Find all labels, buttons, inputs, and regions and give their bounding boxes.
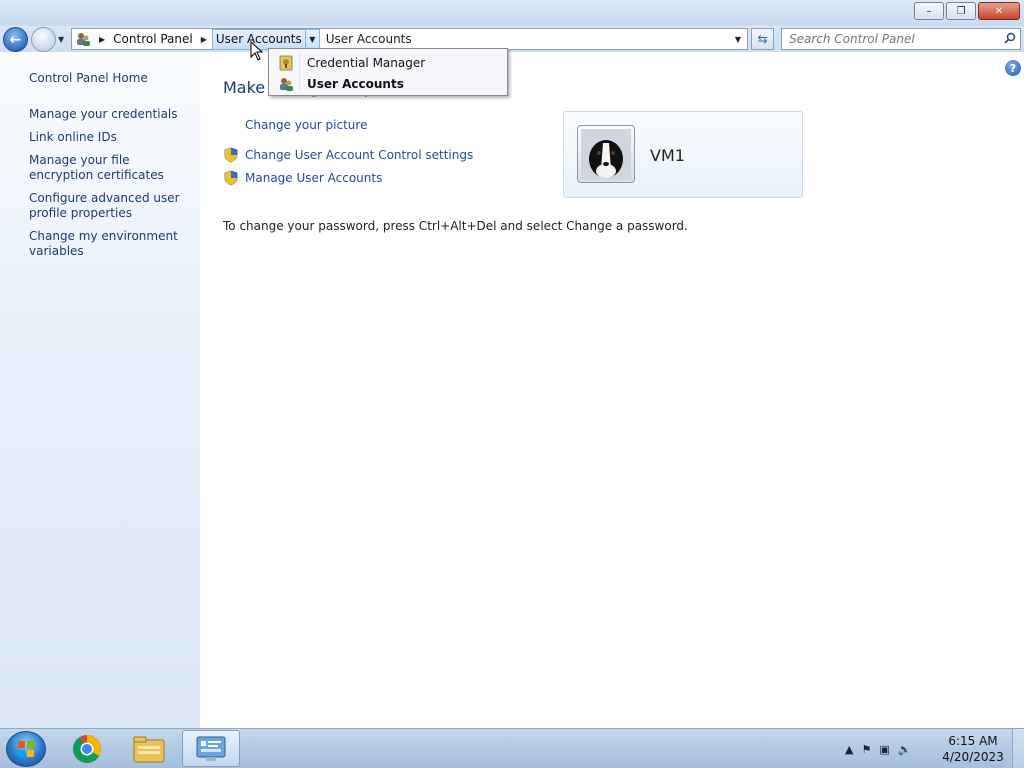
- advanced-user-profile-link[interactable]: Configure advanced user profile properti…: [29, 191, 194, 221]
- forward-button[interactable]: [31, 27, 56, 52]
- user-accounts-icon: [280, 77, 293, 91]
- user-account-card: VM1: [563, 111, 803, 198]
- action-center-icon[interactable]: ⚑: [861, 743, 871, 756]
- mouse-cursor-icon: [250, 41, 264, 61]
- control-panel-home-link[interactable]: Control Panel Home: [29, 71, 194, 86]
- search-icon[interactable]: [1000, 32, 1020, 47]
- address-history-dropdown-icon[interactable]: ▼: [729, 35, 747, 44]
- menu-item-label: Credential Manager: [307, 55, 426, 70]
- password-note: To change your password, press Ctrl+Alt+…: [223, 219, 688, 233]
- control-panel-icon: [196, 736, 226, 761]
- close-button[interactable]: ✕: [978, 2, 1020, 20]
- show-desktop-button[interactable]: [1012, 729, 1024, 768]
- uac-shield-icon: [224, 170, 238, 186]
- navigation-bar: ← ▼ ▶ Control Panel ▶ User Accounts ▼ Us…: [0, 26, 1024, 52]
- address-text[interactable]: User Accounts: [326, 32, 729, 46]
- manage-user-accounts-link[interactable]: Manage User Accounts: [223, 170, 382, 186]
- taskbar-control-panel[interactable]: [182, 730, 240, 767]
- task-label: Change your picture: [245, 118, 368, 132]
- manage-credentials-link[interactable]: Manage your credentials: [29, 107, 194, 122]
- clock[interactable]: 6:15 AM 4/20/2023: [940, 733, 1006, 765]
- menu-item-user-accounts[interactable]: User Accounts: [269, 73, 507, 94]
- minimize-button[interactable]: –: [914, 2, 944, 20]
- show-hidden-icons-icon[interactable]: ▲: [845, 743, 853, 756]
- breadcrumb-separator-icon[interactable]: ▶: [94, 35, 110, 44]
- clock-time: 6:15 AM: [948, 734, 998, 748]
- control-panel-icon: [72, 29, 94, 49]
- breadcrumb-dropdown-icon[interactable]: ▼: [305, 28, 320, 50]
- search-input[interactable]: [782, 32, 1000, 46]
- change-picture-link[interactable]: Change your picture: [245, 118, 367, 132]
- help-icon[interactable]: ?: [1005, 60, 1021, 76]
- search-box[interactable]: [781, 28, 1021, 50]
- file-explorer-icon: [133, 736, 165, 762]
- window-controls: – ❐ ✕: [912, 2, 1020, 20]
- volume-muted-icon[interactable]: 🔈: [898, 743, 912, 756]
- notification-area: ▲ ⚑ ▣ 🔈: [845, 729, 919, 768]
- dog-picture-icon: [581, 129, 631, 179]
- chrome-icon: [73, 734, 101, 763]
- network-icon[interactable]: ▣: [879, 743, 889, 756]
- windows-logo-icon: [18, 741, 34, 757]
- title-bar: – ❐ ✕: [0, 0, 1024, 26]
- account-name: VM1: [650, 146, 685, 165]
- uac-settings-link[interactable]: Change User Account Control settings: [223, 147, 473, 163]
- back-button[interactable]: ←: [3, 27, 28, 52]
- main-content: ? Make changes to your user account Chan…: [200, 52, 1024, 728]
- taskbar-file-explorer[interactable]: [120, 730, 178, 767]
- menu-item-label: User Accounts: [307, 76, 404, 91]
- start-button[interactable]: [6, 731, 46, 767]
- recent-pages-dropdown[interactable]: ▼: [58, 35, 64, 44]
- uac-shield-icon: [224, 147, 238, 163]
- refresh-button[interactable]: ⇆: [751, 28, 774, 50]
- task-label: Manage User Accounts: [245, 171, 383, 185]
- avatar: [577, 125, 635, 183]
- back-arrow-icon: ←: [9, 31, 22, 48]
- task-label: Change User Account Control settings: [245, 148, 474, 162]
- environment-variables-link[interactable]: Change my environment variables: [29, 229, 194, 259]
- task-pane: Control Panel Home Manage your credentia…: [0, 52, 200, 728]
- clock-date: 4/20/2023: [942, 750, 1004, 764]
- menu-item-credential-manager[interactable]: Credential Manager: [269, 52, 507, 73]
- breadcrumb-dropdown-menu: Credential Manager User Accounts: [268, 48, 508, 96]
- refresh-icon: ⇆: [757, 32, 768, 46]
- address-bar[interactable]: ▶ Control Panel ▶ User Accounts ▼ User A…: [71, 28, 748, 50]
- taskbar-chrome[interactable]: [58, 730, 116, 767]
- breadcrumb-separator-icon[interactable]: ▶: [196, 35, 212, 44]
- taskbar: ▲ ⚑ ▣ 🔈 6:15 AM 4/20/2023: [0, 728, 1024, 768]
- breadcrumb-control-panel[interactable]: Control Panel: [110, 29, 196, 49]
- credential-manager-icon: [279, 55, 293, 70]
- link-online-ids-link[interactable]: Link online IDs: [29, 130, 194, 145]
- maximize-button[interactable]: ❐: [946, 2, 976, 20]
- file-encryption-certificates-link[interactable]: Manage your file encryption certificates: [29, 153, 194, 183]
